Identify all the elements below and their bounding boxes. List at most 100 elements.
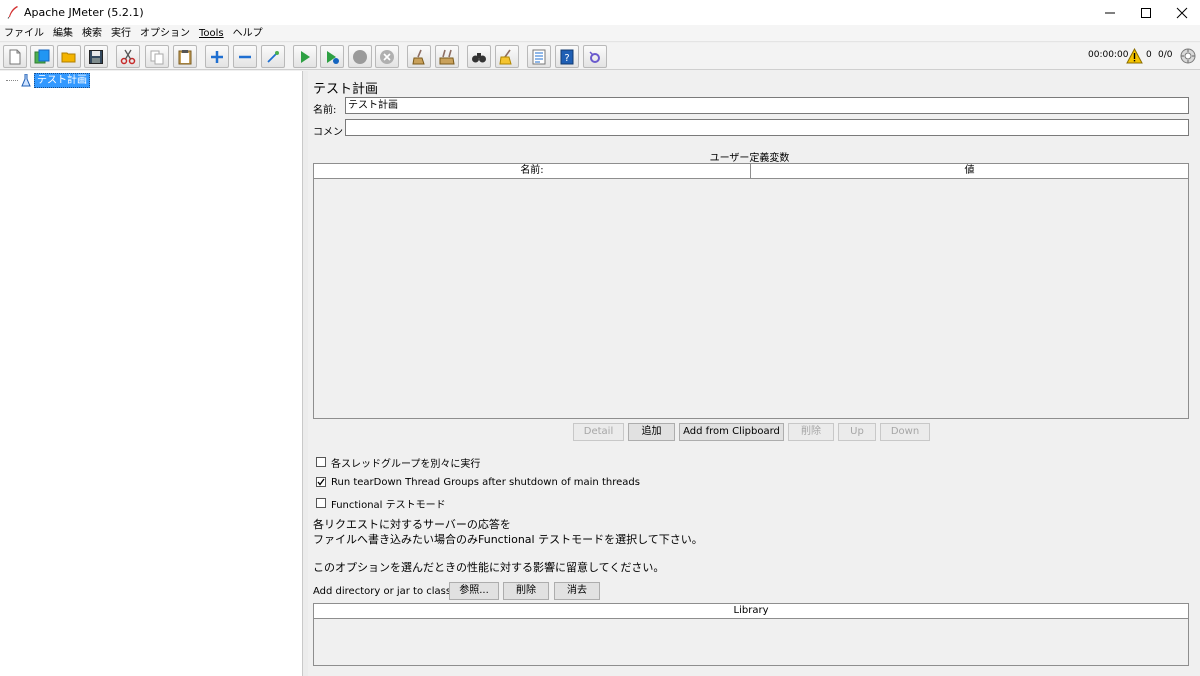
teardown-checkbox[interactable] — [316, 477, 326, 487]
title-bar: Apache JMeter (5.2.1) — [0, 0, 1200, 25]
menu-search[interactable]: 検索 — [82, 26, 102, 41]
binoculars-icon — [472, 52, 486, 62]
name-field[interactable]: テスト計画 — [345, 97, 1189, 114]
tree-connector — [6, 79, 18, 81]
maximize-icon — [1141, 7, 1151, 18]
cut-button[interactable] — [116, 45, 140, 68]
serialize-thread-groups-checkbox[interactable] — [316, 457, 326, 467]
broom-all-icon — [439, 49, 455, 64]
jmeter-feather-icon — [7, 6, 18, 19]
help-book-icon: ? — [560, 49, 574, 64]
play-no-pause-icon — [327, 50, 339, 64]
open-button[interactable] — [57, 45, 81, 68]
functional-mode-label: Functional テストモード — [331, 499, 446, 511]
menu-edit[interactable]: 編集 — [53, 26, 73, 41]
remote-button[interactable] — [583, 45, 607, 68]
classpath-clear-button[interactable]: 消去 — [554, 582, 600, 600]
add-from-clipboard-button[interactable]: Add from Clipboard — [679, 423, 784, 441]
reset-search-button[interactable] — [495, 45, 519, 68]
jmeter-window: Apache JMeter (5.2.1) ファイル 編集 検索 実行 オプショ… — [0, 0, 1200, 676]
broom-icon — [412, 49, 425, 64]
templates-button[interactable] — [30, 45, 54, 68]
user-variables-table[interactable]: 名前: 値 — [313, 163, 1189, 419]
collapse-all-button[interactable] — [233, 45, 257, 68]
maximize-button[interactable] — [1128, 0, 1164, 25]
browse-button[interactable]: 参照... — [449, 582, 499, 600]
elapsed-time: 00:00:00 — [1088, 50, 1129, 60]
functional-note-line-3: このオプションを選んだときの性能に対する影響に留意してください。 — [313, 561, 665, 574]
down-button[interactable]: Down — [880, 423, 930, 441]
test-plan-panel: テスト計画 名前: テスト計画 コメント: ユーザー定義変数 名前: 値 Det… — [308, 71, 1200, 676]
test-plan-tree: テスト計画 — [0, 71, 303, 676]
teardown-label: Run tearDown Thread Groups after shutdow… — [331, 476, 640, 488]
warning-count: 0 — [1146, 50, 1152, 60]
templates-icon — [34, 49, 50, 63]
copy-button[interactable] — [145, 45, 169, 68]
stop-icon — [353, 49, 367, 64]
library-table-header: Library — [314, 604, 1188, 619]
close-icon — [1176, 7, 1188, 18]
functional-note-line-1: 各リクエストに対するサーバーの応答を — [313, 518, 511, 531]
toggle-button[interactable] — [261, 45, 285, 68]
start-no-pauses-button[interactable] — [320, 45, 344, 68]
shutdown-icon — [380, 49, 394, 64]
detail-button[interactable]: Detail — [573, 423, 624, 441]
thread-count: 0/0 — [1158, 50, 1173, 60]
minimize-button[interactable] — [1092, 0, 1128, 25]
menu-options[interactable]: オプション — [140, 26, 190, 41]
column-header-library[interactable]: Library — [314, 604, 1188, 618]
table-header: 名前: 値 — [314, 164, 1188, 179]
shutdown-button[interactable] — [375, 45, 399, 68]
add-button[interactable]: 追加 — [628, 423, 675, 441]
classpath-delete-button[interactable]: 削除 — [503, 582, 549, 600]
close-button[interactable] — [1164, 0, 1200, 25]
menu-file[interactable]: ファイル — [4, 26, 44, 41]
paste-button[interactable] — [173, 45, 197, 68]
teardown-row[interactable]: Run tearDown Thread Groups after shutdow… — [316, 475, 640, 489]
tree-node-test-plan[interactable]: テスト計画 — [6, 72, 90, 88]
new-button[interactable] — [3, 45, 27, 68]
user-variables-caption: ユーザー定義変数 — [709, 153, 790, 164]
tree-node-label: テスト計画 — [34, 72, 90, 88]
function-helper-button[interactable] — [527, 45, 551, 68]
clear-button[interactable] — [407, 45, 431, 68]
column-header-value[interactable]: 値 — [751, 164, 1188, 178]
copy-icon — [150, 50, 164, 64]
start-button[interactable] — [293, 45, 317, 68]
toggle-wand-icon — [267, 50, 279, 63]
menu-help[interactable]: ヘルプ — [233, 26, 263, 41]
up-button[interactable]: Up — [838, 423, 876, 441]
clear-all-button[interactable] — [435, 45, 459, 68]
expand-all-button[interactable] — [205, 45, 229, 68]
functional-mode-row[interactable]: Functional テストモード — [316, 496, 446, 511]
serialize-thread-groups-label: 各スレッドグループを別々に実行 — [331, 458, 481, 470]
functional-note-line-2: ファイルへ書き込みたい場合のみFunctional テストモードを選択して下さい… — [313, 533, 703, 546]
serialize-thread-groups-row[interactable]: 各スレッドグループを別々に実行 — [316, 455, 481, 470]
library-table[interactable]: Library — [313, 603, 1189, 666]
stop-button[interactable] — [348, 45, 372, 68]
running-status-icon — [1180, 48, 1196, 64]
page-title: テスト計画 — [313, 82, 379, 97]
plus-icon — [211, 50, 223, 63]
save-disk-icon — [89, 49, 103, 64]
menu-run[interactable]: 実行 — [111, 26, 131, 41]
list-icon — [532, 49, 546, 64]
menu-bar: ファイル 編集 検索 実行 オプション Tools ヘルプ — [0, 25, 1200, 42]
menu-tools[interactable]: Tools — [199, 26, 224, 41]
functional-mode-checkbox[interactable] — [316, 498, 326, 508]
column-header-name[interactable]: 名前: — [314, 164, 751, 178]
help-button[interactable]: ? — [555, 45, 579, 68]
new-file-icon — [9, 49, 21, 64]
delete-button[interactable]: 削除 — [788, 423, 834, 441]
search-button[interactable] — [467, 45, 491, 68]
window-title: Apache JMeter (5.2.1) — [24, 6, 144, 19]
comment-field[interactable] — [345, 119, 1189, 136]
clipboard-icon — [178, 49, 192, 64]
warning-icon[interactable] — [1126, 48, 1143, 64]
toolbar: ? 00:00:00 0 0/0 — [0, 43, 1200, 70]
scissors-icon — [120, 49, 136, 64]
save-button[interactable] — [84, 45, 108, 68]
check-icon — [317, 478, 325, 486]
svg-text:?: ? — [564, 53, 569, 64]
minus-icon — [239, 55, 251, 58]
